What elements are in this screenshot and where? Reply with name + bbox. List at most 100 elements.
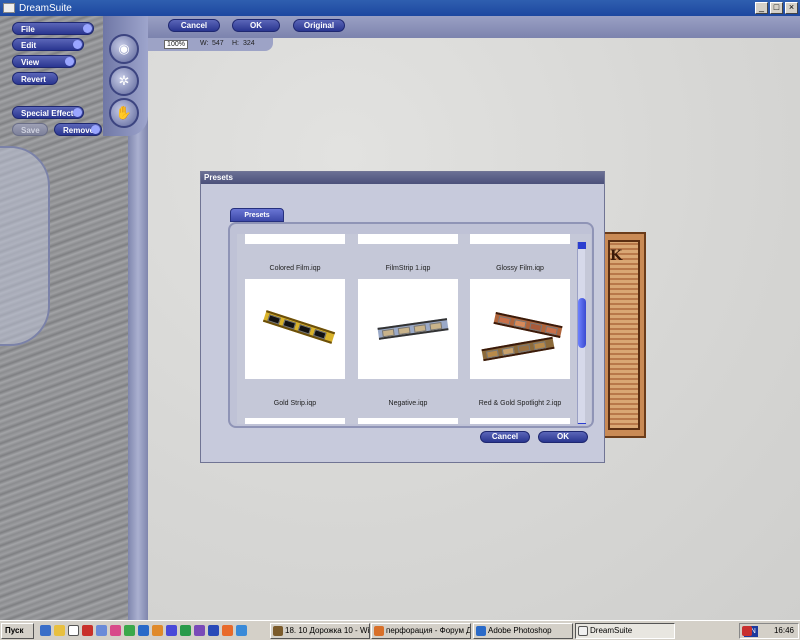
tray-icon[interactable]: [742, 626, 752, 636]
zoom-tool-icon[interactable]: ◉: [109, 34, 139, 64]
quicklaunch-icon[interactable]: [124, 625, 135, 636]
preset-thumb-gold-strip[interactable]: [245, 279, 345, 379]
preset-caption: Red & Gold Spotlight 2.iqp: [478, 400, 562, 407]
preset-caption: Glossy Film.iqp: [496, 265, 544, 272]
start-button[interactable]: Пуск: [1, 623, 34, 639]
presets-dialog: Presets Presets Colored Film.iqp FilmStr…: [200, 171, 605, 463]
arrow-right-icon: [73, 108, 82, 117]
top-toolbar: Cancel OK Original: [148, 16, 800, 38]
preset-thumb-partial[interactable]: [358, 234, 458, 244]
quicklaunch-icon[interactable]: [68, 625, 79, 636]
quicklaunch-icon[interactable]: [208, 625, 219, 636]
start-label: Пуск: [5, 626, 24, 635]
quicklaunch-icon[interactable]: [54, 625, 65, 636]
ok-button[interactable]: OK: [232, 19, 280, 32]
task-label: перфорация - Форум Д...: [386, 626, 471, 635]
cancel-button[interactable]: Cancel: [168, 19, 220, 32]
task-label: Adobe Photoshop: [488, 626, 552, 635]
preset-thumb-partial[interactable]: [358, 418, 458, 424]
panel-ornament: [0, 146, 50, 346]
preset-thumb-partial[interactable]: [245, 234, 345, 244]
arrow-right-icon: [65, 57, 74, 66]
special-effects-button[interactable]: Special Effects: [12, 106, 84, 119]
task-photoshop[interactable]: Adobe Photoshop: [473, 623, 573, 639]
scroll-up-icon[interactable]: [578, 242, 586, 249]
dialog-ok-button[interactable]: OK: [538, 431, 588, 443]
film-strip-graphic: [262, 310, 336, 344]
presets-scrollbar[interactable]: [577, 242, 586, 424]
folder-icon: [273, 626, 283, 636]
maximize-button[interactable]: □: [770, 2, 783, 14]
quicklaunch-icon[interactable]: [236, 625, 247, 636]
dialog-title: Presets: [201, 172, 604, 184]
system-tray: 16:46: [739, 623, 799, 639]
scroll-thumb[interactable]: [578, 298, 586, 348]
quicklaunch-icon[interactable]: [110, 625, 121, 636]
hand-tool-icon[interactable]: ✋: [109, 98, 139, 128]
minimize-button[interactable]: _: [755, 2, 768, 14]
arrow-right-icon: [83, 24, 92, 33]
quicklaunch-icon[interactable]: [138, 625, 149, 636]
app-icon: [3, 3, 15, 13]
revert-button[interactable]: Revert: [12, 72, 58, 85]
window-title: DreamSuite: [19, 2, 72, 14]
document-image: K: [602, 232, 646, 438]
preset-caption: Colored Film.iqp: [269, 265, 321, 272]
original-button[interactable]: Original: [293, 19, 345, 32]
preset-thumb-negative[interactable]: [358, 279, 458, 379]
scroll-down-icon[interactable]: [578, 423, 586, 424]
presets-grid: Colored Film.iqp FilmStrip 1.iqp Glossy …: [228, 222, 594, 428]
preset-thumb-partial[interactable]: [470, 418, 570, 424]
height-value: 324: [243, 40, 255, 47]
clock: 16:46: [773, 626, 794, 635]
task-label: DreamSuite: [590, 626, 633, 635]
view-menu-label: View: [21, 58, 40, 67]
photoshop-icon: [476, 626, 486, 636]
edit-menu-button[interactable]: Edit: [12, 38, 84, 51]
taskbar: Пуск 18. 10 Дорожка 10 - Wi... перфораци…: [0, 620, 800, 640]
preset-caption: Gold Strip.iqp: [273, 400, 317, 407]
revert-label: Revert: [21, 75, 46, 84]
tab-presets[interactable]: Presets: [230, 208, 284, 222]
edit-menu-label: Edit: [21, 41, 37, 50]
dialog-cancel-button[interactable]: Cancel: [480, 431, 530, 443]
preset-thumb-partial[interactable]: [470, 234, 570, 244]
zoom-level: 100%: [164, 40, 188, 49]
preset-caption: Negative.iqp: [388, 400, 428, 407]
rotate-tool-icon[interactable]: ✲: [109, 66, 139, 96]
app-icon: [578, 626, 588, 636]
film-strip-graphic: [377, 318, 449, 340]
film-strip-graphic: [493, 312, 563, 338]
preset-thumb-partial[interactable]: [245, 418, 345, 424]
task-dorozhka[interactable]: 18. 10 Дорожка 10 - Wi...: [270, 623, 370, 639]
quicklaunch-icon[interactable]: [180, 625, 191, 636]
file-menu-button[interactable]: File: [12, 22, 94, 35]
task-forum[interactable]: перфорация - Форум Д...: [371, 623, 471, 639]
window-titlebar: DreamSuite _ □ ×: [0, 0, 800, 16]
task-dreamsuite[interactable]: DreamSuite: [575, 623, 675, 639]
arrow-right-icon: [73, 40, 82, 49]
quicklaunch-icon[interactable]: [152, 625, 163, 636]
preset-thumb-red-gold[interactable]: [470, 279, 570, 379]
quicklaunch-icon[interactable]: [166, 625, 177, 636]
special-effects-label: Special Effects: [21, 109, 78, 118]
task-label: 18. 10 Дорожка 10 - Wi...: [285, 626, 370, 635]
height-label: H:: [232, 40, 239, 47]
close-button[interactable]: ×: [785, 2, 798, 14]
save-button[interactable]: Save: [12, 123, 48, 136]
quicklaunch-icon[interactable]: [194, 625, 205, 636]
remove-label: Remove: [63, 126, 95, 135]
width-label: W:: [200, 40, 209, 47]
film-strip-graphic: [481, 336, 555, 362]
save-label: Save: [21, 126, 40, 135]
remove-button[interactable]: Remove: [54, 123, 102, 136]
width-value: 547: [212, 40, 224, 47]
file-menu-label: File: [21, 25, 35, 34]
image-info-bar: 100% W: 547 H: 324: [148, 38, 273, 51]
document-letter: K: [610, 248, 623, 264]
view-menu-button[interactable]: View: [12, 55, 76, 68]
quicklaunch-icon[interactable]: [96, 625, 107, 636]
quicklaunch-icon[interactable]: [222, 625, 233, 636]
quicklaunch-icon[interactable]: [82, 625, 93, 636]
quicklaunch-icon[interactable]: [40, 625, 51, 636]
